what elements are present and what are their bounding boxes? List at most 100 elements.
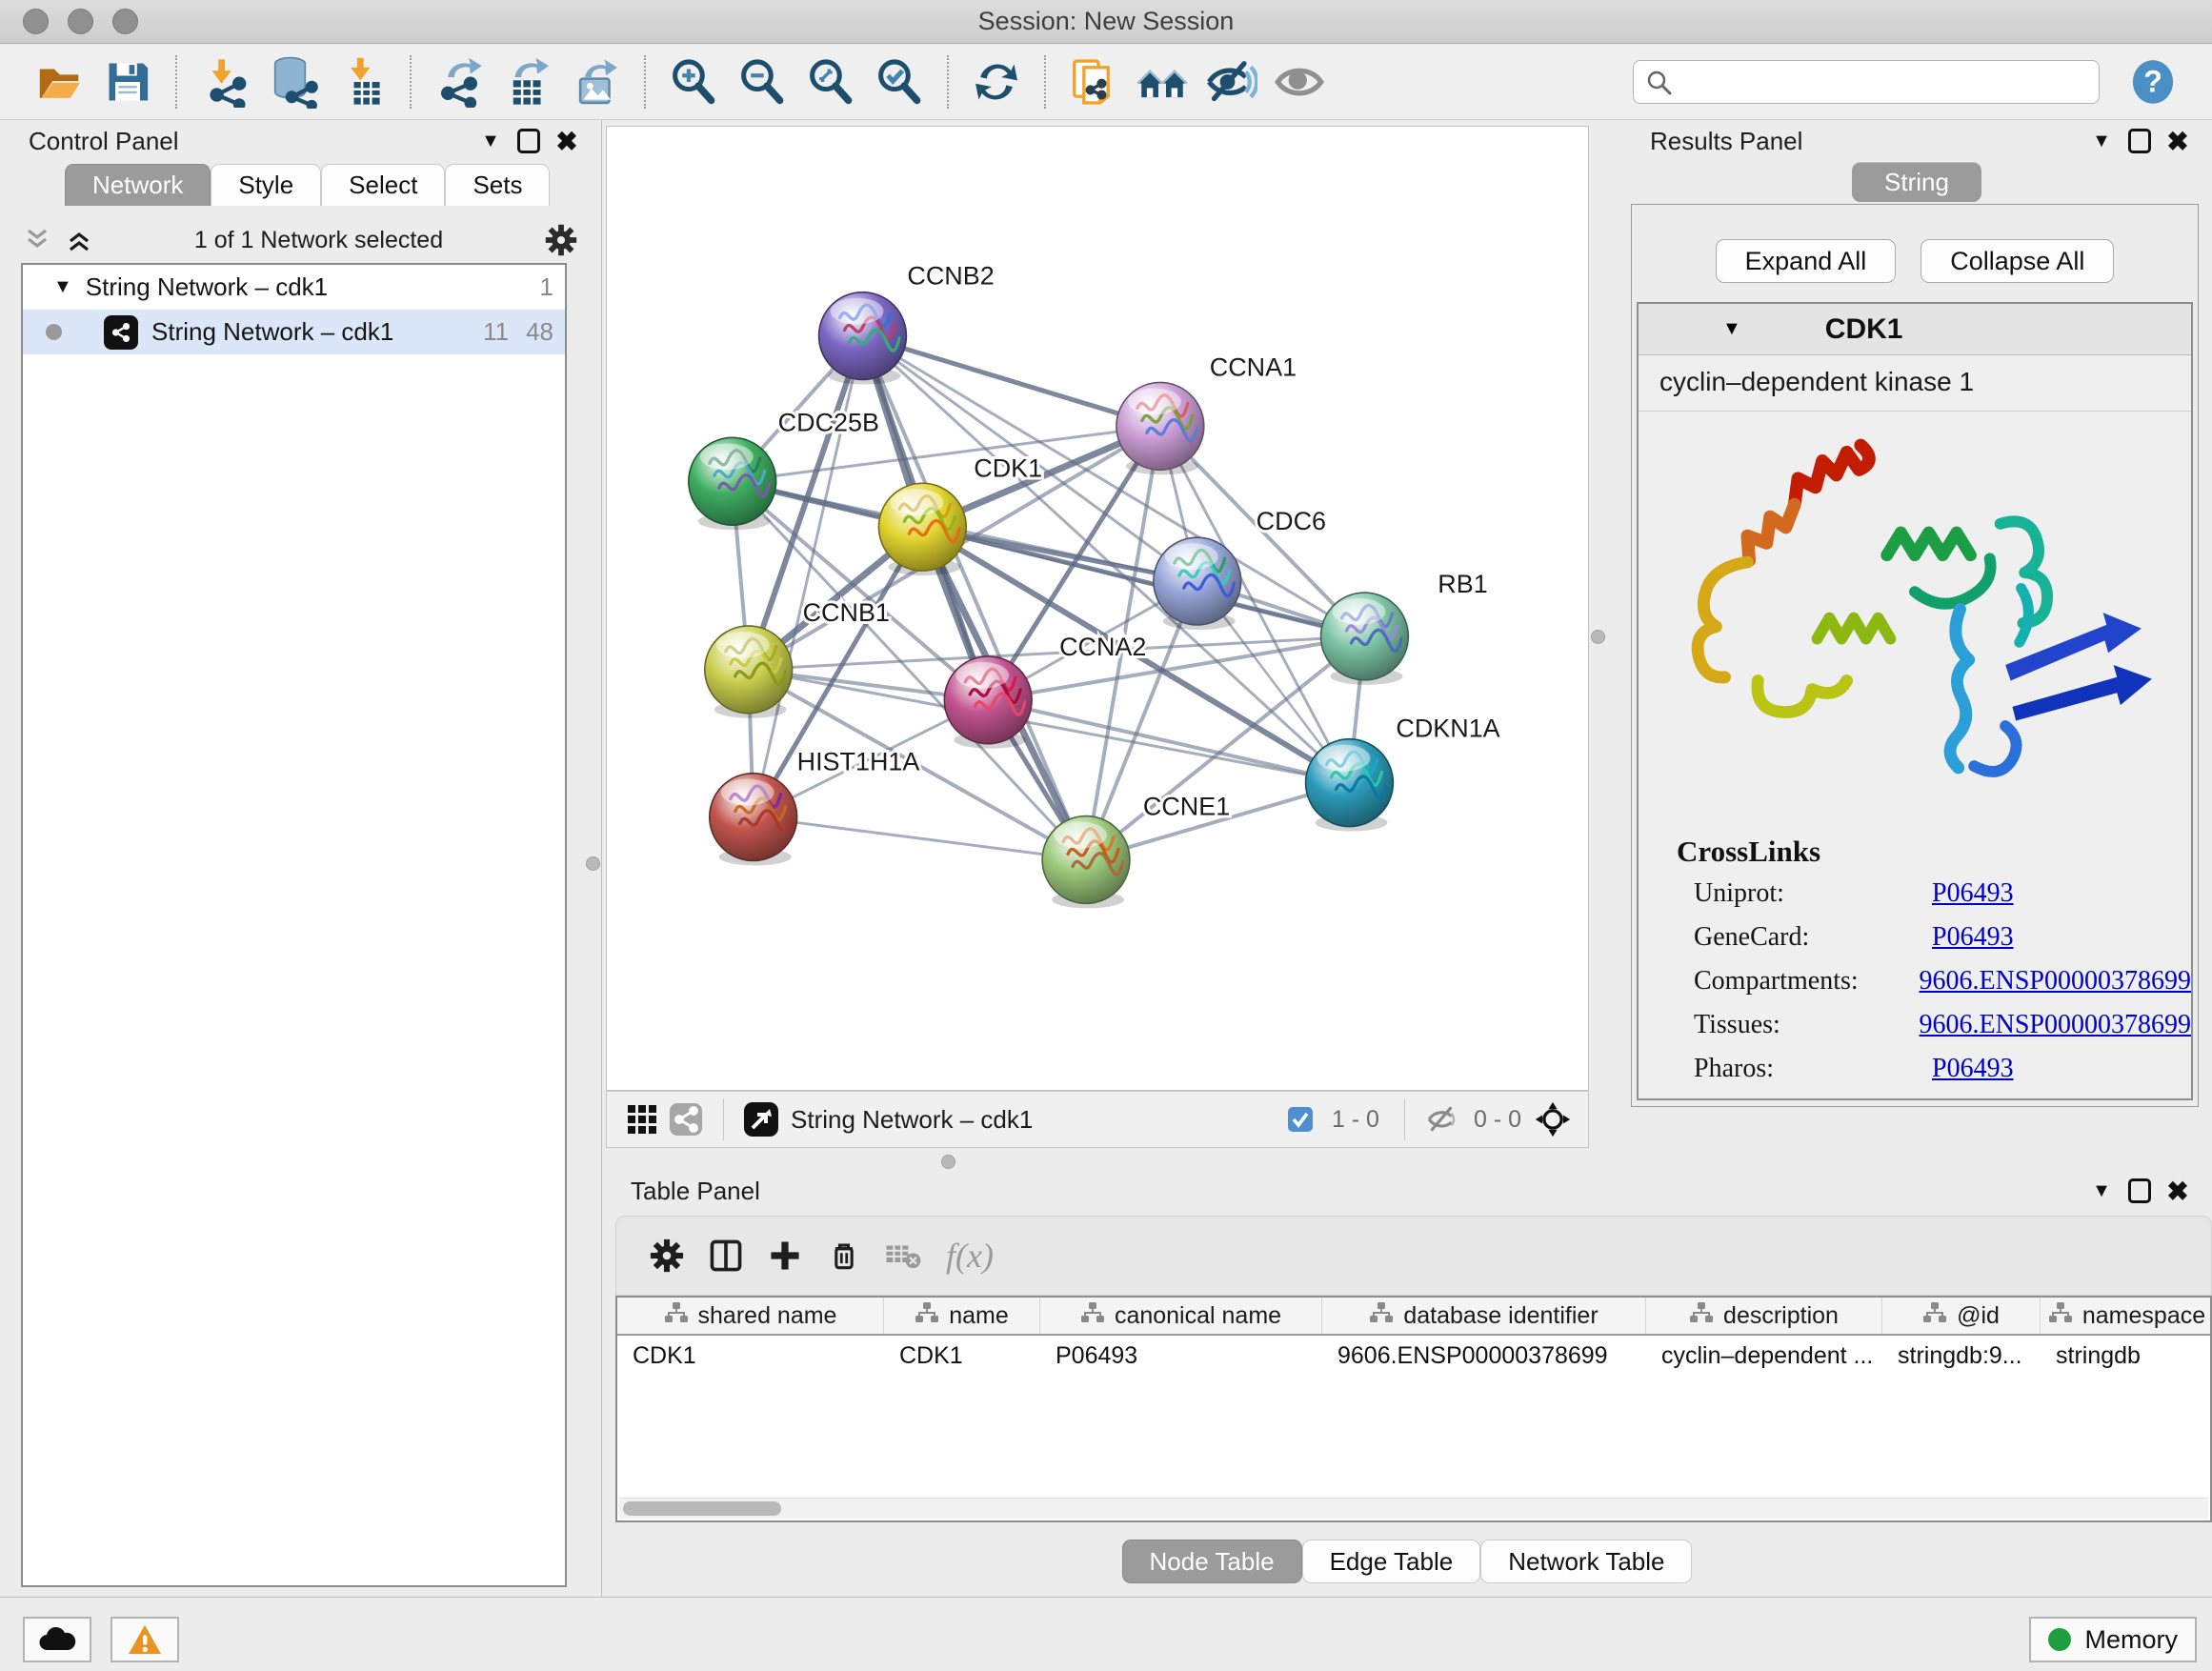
table-cell[interactable]: CDK1 [617,1336,884,1376]
undock-panel-icon[interactable] [2121,1175,2159,1207]
cloud-status-button[interactable] [23,1617,91,1662]
table-cell[interactable]: stringdb [2041,1336,2212,1376]
zoom-out-icon[interactable] [734,54,790,110]
delete-column-icon[interactable] [819,1231,869,1280]
crosslink-link[interactable]: P06493 [1932,922,2014,953]
collapse-all-icon[interactable] [23,226,51,254]
column-header-name[interactable]: name [884,1298,1040,1334]
tab-style[interactable]: Style [211,164,321,206]
help-button[interactable]: ? [2125,54,2181,110]
open-session-icon[interactable] [31,54,87,110]
hide-selected-icon[interactable] [1203,54,1258,110]
network-node-hist1h1a[interactable]: HIST1H1A [710,748,920,866]
tab-network[interactable]: Network [65,164,211,206]
export-image-icon[interactable] [569,54,624,110]
delete-table-icon[interactable] [878,1231,928,1280]
minimize-window-button[interactable] [68,9,93,34]
column-header-shared-name[interactable]: shared name [617,1298,884,1334]
collection-expander-icon[interactable]: ▼ [53,276,72,298]
float-panel-icon[interactable]: ▼ [2082,125,2121,157]
maximize-window-button[interactable] [112,9,138,34]
tab-edge-table[interactable]: Edge Table [1302,1540,1481,1583]
close-panel-icon[interactable]: ✖ [2159,1175,2197,1207]
network-row[interactable]: String Network – cdk1 11 48 [23,310,565,354]
save-session-icon[interactable] [100,54,155,110]
table-settings-gear-icon[interactable] [642,1231,692,1280]
apply-layout-icon[interactable] [969,54,1024,110]
import-network-database-icon[interactable] [266,54,321,110]
horizontal-splitter-handle[interactable] [941,1155,955,1169]
show-hidden-icon[interactable] [1272,54,1327,110]
gene-expander-icon[interactable]: ▼ [1722,318,1741,340]
column-header-description[interactable]: description [1646,1298,1882,1334]
crosslink-link[interactable]: 9606.ENSP00000378699 [1920,966,2191,997]
gene-section-header[interactable]: ▼ CDK1 [1639,304,2191,355]
float-panel-icon[interactable]: ▼ [2082,1175,2121,1207]
scrollbar-thumb[interactable] [623,1501,781,1516]
network-collection-row[interactable]: ▼ String Network – cdk1 1 [23,265,565,310]
network-node-cdkn1a[interactable]: CDKN1A [1306,715,1500,832]
column-header-database-identifier[interactable]: database identifier [1322,1298,1646,1334]
selected-checkbox-icon[interactable] [1278,1097,1322,1141]
column-header-namespace[interactable]: namespace [2041,1298,2212,1334]
tab-sets[interactable]: Sets [445,164,550,206]
undock-panel-icon[interactable] [2121,125,2159,157]
network-node-ccna1[interactable]: CCNA1 [1116,352,1297,474]
table-cell[interactable]: CDK1 [884,1336,1040,1376]
table-cell[interactable]: P06493 [1040,1336,1322,1376]
table-horizontal-scrollbar[interactable] [619,1498,2208,1519]
tab-node-table[interactable]: Node Table [1122,1540,1302,1583]
zoom-in-icon[interactable] [666,54,721,110]
crosslink-link[interactable]: P06493 [1932,1054,2014,1084]
tab-select[interactable]: Select [321,164,445,206]
export-table-icon[interactable] [500,54,555,110]
network-node-rb1[interactable]: RB1 [1321,570,1488,685]
close-window-button[interactable] [23,9,49,34]
undock-panel-icon[interactable] [510,125,548,157]
search-input[interactable] [1633,60,2100,104]
zoom-selected-icon[interactable] [872,54,927,110]
create-column-icon[interactable] [760,1231,810,1280]
import-network-icon[interactable] [197,54,252,110]
table-toolbar: f(x) [615,1216,2212,1296]
first-neighbors-icon[interactable] [1135,54,1190,110]
column-header-canonical-name[interactable]: canonical name [1040,1298,1322,1334]
zoom-fit-icon[interactable] [803,54,858,110]
expand-all-icon[interactable] [65,226,93,254]
float-panel-icon[interactable]: ▼ [472,125,510,157]
gear-icon[interactable] [544,223,578,257]
table-cell[interactable]: 9606.ENSP00000378699 [1322,1336,1646,1376]
right-splitter-handle[interactable] [1591,630,1605,644]
fit-selected-icon[interactable] [1531,1097,1575,1141]
network-node-ccnb1[interactable]: CCNB1 [705,598,890,718]
vertical-splitter-handle[interactable] [586,856,600,871]
expand-all-button[interactable]: Expand All [1716,239,1897,283]
import-table-icon[interactable] [334,54,390,110]
crosslink-link[interactable]: 9606.ENSP00000378699 [1920,1010,2191,1040]
grid-view-icon[interactable] [620,1097,664,1141]
tab-network-table[interactable]: Network Table [1480,1540,1692,1583]
close-panel-icon[interactable]: ✖ [2159,125,2197,157]
export-network-icon[interactable] [432,54,487,110]
column-header-at-id[interactable]: @id [1882,1298,2041,1334]
network-graph[interactable]: CCNB2CCNA1CDC25BCDK1CDC6RB1CCNB1CCNA2CDK… [607,127,1588,1090]
node-label-ccnb2: CCNB2 [907,262,994,291]
function-builder-icon[interactable]: f(x) [946,1236,994,1276]
tab-string[interactable]: String [1852,162,1981,202]
show-column-icon[interactable] [701,1231,751,1280]
network-canvas[interactable]: CCNB2CCNA1CDC25BCDK1CDC6RB1CCNB1CCNA2CDK… [606,126,1589,1091]
hidden-eye-icon[interactable] [1420,1097,1464,1141]
clone-network-icon[interactable] [1066,54,1121,110]
table-cell[interactable]: cyclin–dependent ... [1646,1336,1882,1376]
crosslink-link[interactable]: P06493 [1932,878,2014,909]
warnings-button[interactable] [111,1617,179,1662]
close-panel-icon[interactable]: ✖ [548,125,586,157]
memory-button[interactable]: Memory [2029,1617,2197,1662]
network-node-ccne1[interactable]: CCNE1 [1042,793,1230,909]
table-row[interactable]: CDK1CDK1P064939606.ENSP00000378699cyclin… [617,1336,2210,1376]
collapse-all-button[interactable]: Collapse All [1920,239,2114,283]
birds-eye-view-icon[interactable] [739,1097,783,1141]
network-badge-icon[interactable] [664,1097,708,1141]
table-cell[interactable]: stringdb:9... [1882,1336,2041,1376]
crosslink-label: GeneCard: [1694,922,1932,953]
